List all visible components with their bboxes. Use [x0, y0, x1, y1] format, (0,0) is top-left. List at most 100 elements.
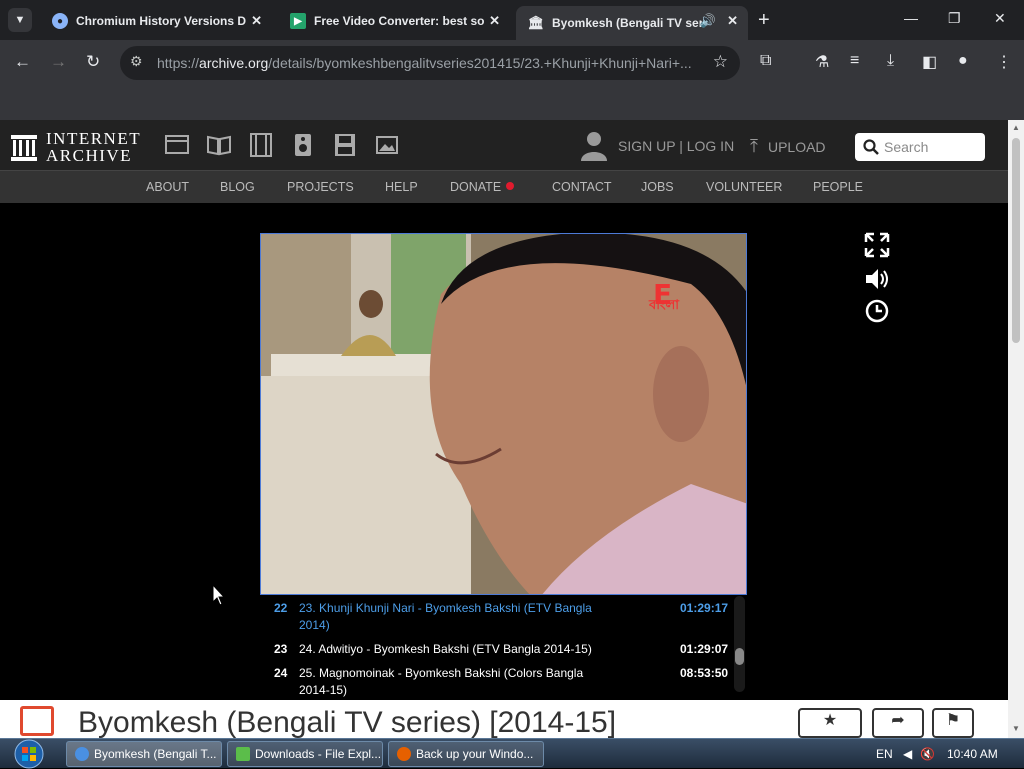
playlist-index: 23 [274, 642, 288, 656]
nav-donate[interactable]: DONATE [450, 180, 515, 194]
playlist-scroll-thumb[interactable] [735, 648, 744, 665]
page-scrollbar[interactable]: ▲ ▼ [1008, 120, 1024, 738]
internet-archive-icon: 🏛 [527, 15, 545, 30]
windows-taskbar: Byomkesh (Bengali T... Downloads - File … [0, 738, 1024, 769]
close-tab-icon[interactable]: ✕ [727, 13, 738, 29]
page-scroll-thumb[interactable] [1012, 138, 1020, 343]
nav-contact[interactable]: CONTACT [552, 180, 612, 194]
favorite-button[interactable]: ★ [798, 708, 862, 738]
volume-muted-icon[interactable]: 🔇 [920, 747, 935, 761]
movies-icon [20, 706, 54, 736]
ia-logo[interactable]: INTERNET ARCHIVE [10, 130, 141, 164]
close-tab-icon[interactable]: ✕ [251, 13, 262, 29]
share-icon: ➦ [891, 712, 905, 729]
share-button[interactable]: ➦ [872, 708, 924, 738]
profile-icon[interactable]: ● [958, 52, 968, 70]
taskbar-button-explorer[interactable]: Downloads - File Expl... [227, 741, 383, 767]
extensions-icon[interactable]: ⧉ [760, 52, 771, 70]
site-info-icon[interactable]: ⚙ [130, 53, 143, 70]
media-type-icons [165, 132, 399, 158]
nav-jobs[interactable]: JOBS [641, 180, 674, 194]
taskbar-button-label: Back up your Windo... [416, 747, 534, 761]
tab-search-button[interactable]: ▼ [8, 8, 32, 32]
close-window-icon[interactable]: ✕ [994, 10, 1006, 27]
scroll-down-arrow-icon[interactable]: ▼ [1012, 724, 1020, 733]
item-title: Byomkesh (Bengali TV series) [2014-15] [78, 706, 617, 738]
playlist-title: 23. Khunji Khunji Nari - Byomkesh Bakshi… [299, 601, 592, 632]
start-orb-icon[interactable] [8, 739, 50, 769]
playlist-duration: 01:29:17 [680, 601, 729, 615]
reload-icon[interactable]: ↻ [86, 52, 100, 72]
browser-toolbar: ← → ↻ ⚙ https://archive.org/details/byom… [0, 40, 1024, 86]
audio-playing-icon[interactable]: 🔊 [700, 13, 716, 29]
fullscreen-icon[interactable] [864, 232, 890, 258]
forward-arrow-icon[interactable]: → [50, 52, 67, 72]
bookmark-bar [0, 86, 1024, 120]
user-avatar-icon[interactable] [580, 130, 608, 162]
volume-icon[interactable] [864, 266, 890, 292]
flag-button[interactable]: ⚑ [932, 708, 974, 738]
minimize-icon[interactable]: — [904, 10, 918, 26]
system-clock[interactable]: 10:40 AM [947, 747, 998, 761]
nav-projects[interactable]: PROJECTS [287, 180, 354, 194]
playlist-index: 22 [274, 601, 288, 615]
download-folder-icon [236, 747, 250, 761]
channel-logo-text: বাংলা [649, 297, 680, 312]
archive-temple-icon [11, 135, 37, 161]
labs-flask-icon[interactable]: ⚗ [815, 52, 829, 72]
chevron-down-icon: ▼ [14, 14, 26, 26]
scroll-up-arrow-icon[interactable]: ▲ [1012, 123, 1020, 132]
signup-login-link[interactable]: SIGN UP | LOG IN [618, 138, 734, 154]
language-indicator[interactable]: EN [876, 747, 893, 761]
more-menu-icon[interactable]: ⋮ [996, 52, 1012, 72]
tab-chromium-history[interactable]: ● Chromium History Versions Do ✕ [40, 6, 272, 36]
software-floppy-icon[interactable] [333, 132, 357, 158]
video-converter-icon: ▶ [290, 13, 306, 29]
clock-speed-icon[interactable] [864, 298, 890, 324]
browser-tabstrip: ▼ ● Chromium History Versions Do ✕ ▶ Fre… [0, 0, 1024, 40]
close-tab-icon[interactable]: ✕ [489, 13, 500, 29]
web-archive-icon[interactable] [165, 132, 189, 158]
audio-speaker-icon[interactable] [291, 132, 315, 158]
tab-video-converter[interactable]: ▶ Free Video Converter: best soft ✕ [278, 6, 510, 36]
star-icon: ★ [822, 712, 838, 729]
nav-help[interactable]: HELP [385, 180, 418, 194]
bookmark-star-icon[interactable]: ☆ [713, 52, 728, 72]
url-text[interactable]: https://archive.org/details/byomkeshbeng… [157, 55, 702, 71]
mouse-cursor-icon [212, 584, 226, 606]
new-tab-icon[interactable]: + [758, 9, 770, 32]
nav-people[interactable]: PEOPLE [813, 180, 863, 194]
video-frame: E [261, 234, 746, 594]
texts-book-icon[interactable] [207, 132, 231, 158]
download-icon[interactable]: ⤓ [887, 52, 894, 70]
tab-byomkesh-active[interactable]: 🏛 Byomkesh (Bengali TV serie 🔊 ✕ [516, 6, 748, 40]
upload-arrow-icon: ⤒ [750, 136, 758, 156]
ia-nav-bar: ABOUT BLOG PROJECTS HELP DONATE CONTACT … [0, 170, 1008, 203]
playlist-scrollbar[interactable] [734, 596, 745, 692]
search-icon[interactable] [863, 139, 879, 155]
video-film-icon[interactable] [249, 132, 273, 158]
playlist: 22 23. Khunji Khunji Nari - Byomkesh Bak… [262, 596, 747, 716]
tray-expand-icon[interactable]: ◀ [903, 747, 912, 761]
back-arrow-icon[interactable]: ← [14, 52, 31, 72]
logo-line1: INTERNET [46, 129, 142, 148]
ia-topbar: INTERNET ARCHIVE SIGN UP | LOG IN ⤒ UPLO… [0, 120, 1008, 170]
video-player[interactable]: E বাংলা [260, 233, 747, 595]
address-bar[interactable]: ⚙ https://archive.org/details/byomkeshbe… [120, 46, 740, 80]
search-input[interactable] [884, 139, 980, 155]
page-viewport: INTERNET ARCHIVE SIGN UP | LOG IN ⤒ UPLO… [0, 120, 1008, 738]
nav-blog[interactable]: BLOG [220, 180, 255, 194]
taskbar-button-chrome[interactable]: Byomkesh (Bengali T... [66, 741, 222, 767]
nav-volunteer[interactable]: VOLUNTEER [706, 180, 782, 194]
flag-icon: ⚑ [945, 712, 961, 729]
nav-about[interactable]: ABOUT [146, 180, 189, 194]
images-icon[interactable] [375, 132, 399, 158]
url-host: archive.org [199, 55, 269, 71]
taskbar-button-firefox[interactable]: Back up your Windo... [388, 741, 544, 767]
taskbar-button-label: Byomkesh (Bengali T... [94, 747, 217, 761]
restore-icon[interactable]: ❐ [948, 10, 961, 27]
ia-wordmark: INTERNET ARCHIVE [46, 130, 141, 164]
media-controls-icon[interactable]: ≡ [850, 52, 859, 70]
side-panel-icon[interactable]: ◧ [922, 52, 937, 72]
upload-link[interactable]: ⤒ UPLOAD [750, 136, 826, 157]
